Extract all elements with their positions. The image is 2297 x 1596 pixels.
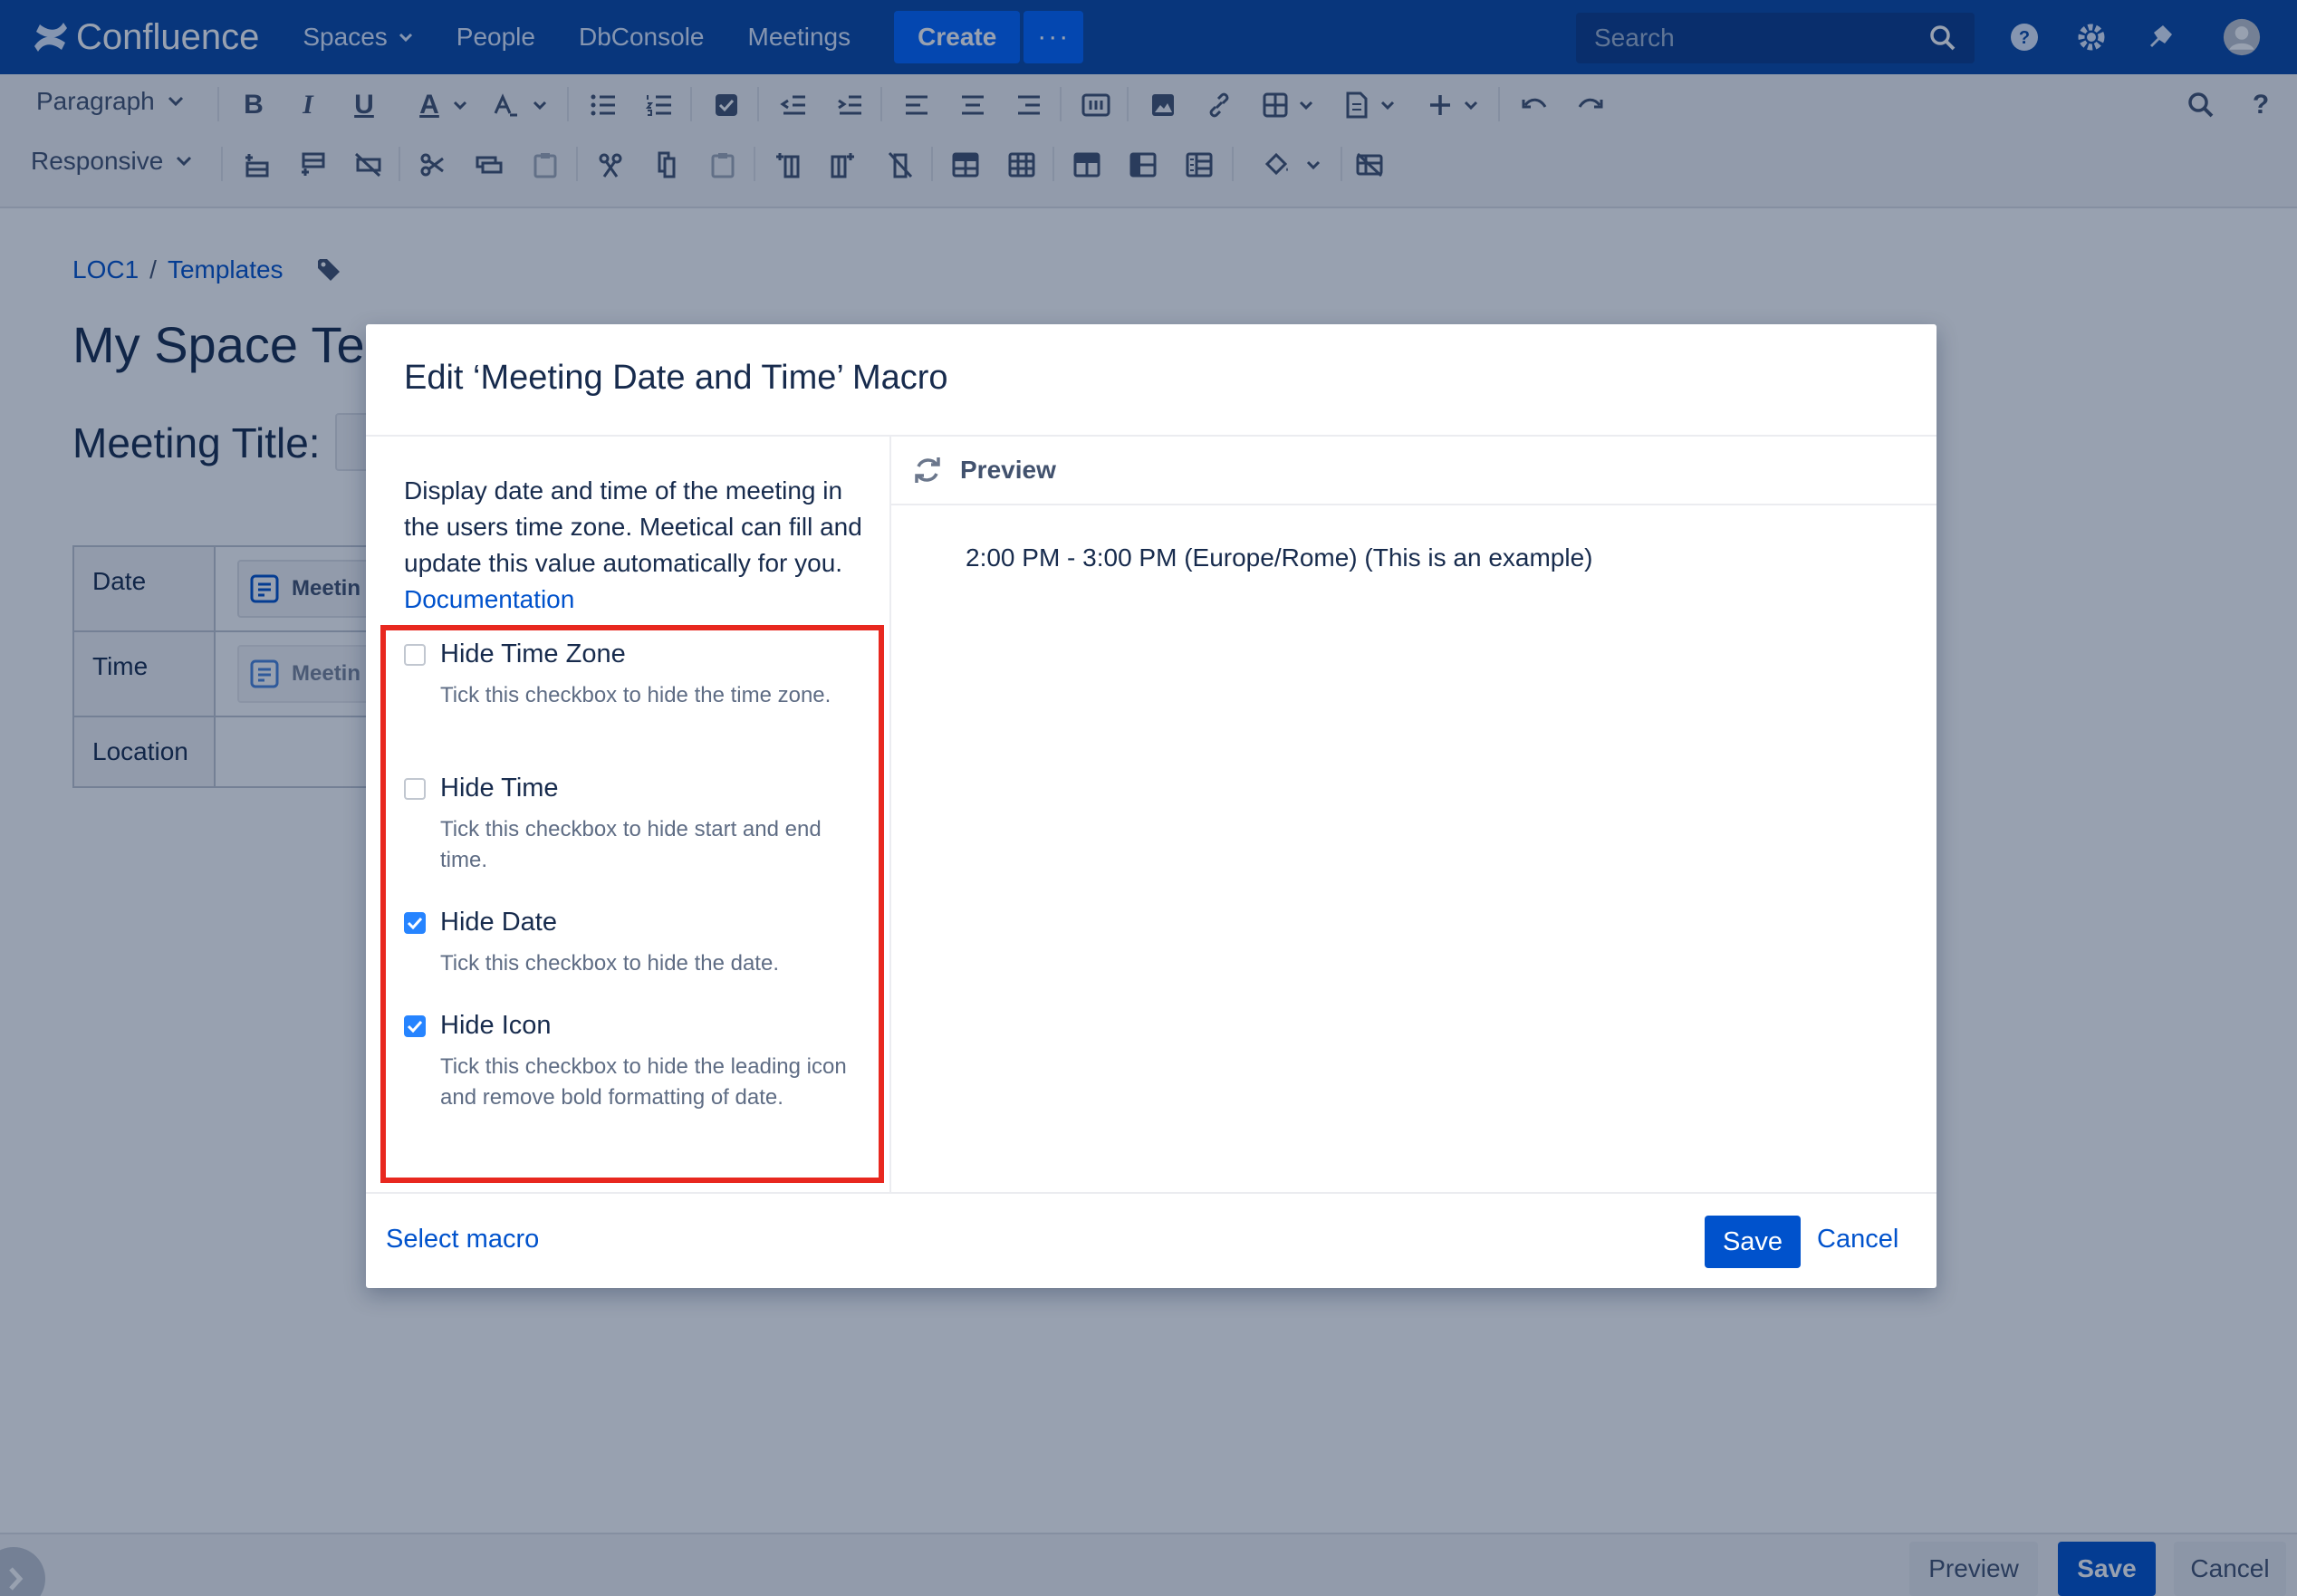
hide-time-zone-checkbox[interactable] <box>404 643 426 666</box>
option-help-text: Tick this checkbox to hide the leading i… <box>440 1054 847 1110</box>
option-hide-time: Hide Time Tick this checkbox to hide sta… <box>404 774 857 876</box>
refresh-icon[interactable] <box>911 454 944 486</box>
documentation-link[interactable]: Documentation <box>404 585 574 613</box>
option-label[interactable]: Hide Time <box>440 774 559 803</box>
hide-icon-checkbox[interactable] <box>404 1014 426 1037</box>
macro-description-text: Display date and time of the meeting in … <box>404 476 862 577</box>
hide-date-checkbox[interactable] <box>404 911 426 934</box>
option-label[interactable]: Hide Time Zone <box>440 639 626 669</box>
divider <box>366 1192 1937 1194</box>
option-hide-icon: Hide Icon Tick this checkbox to hide the… <box>404 1011 857 1113</box>
dialog-save-button[interactable]: Save <box>1705 1216 1801 1268</box>
option-hide-time-zone: Hide Time Zone Tick this checkbox to hid… <box>404 639 857 711</box>
preview-output: 2:00 PM - 3:00 PM (Europe/Rome) (This is… <box>966 543 1593 572</box>
option-label[interactable]: Hide Icon <box>440 1011 552 1041</box>
option-label[interactable]: Hide Date <box>440 908 557 937</box>
hide-time-checkbox[interactable] <box>404 777 426 800</box>
select-macro-link[interactable]: Select macro <box>386 1225 539 1255</box>
macro-description: Display date and time of the meeting in … <box>404 473 875 618</box>
option-help-text: Tick this checkbox to hide start and end… <box>440 817 822 872</box>
preview-header: Preview <box>891 437 1937 505</box>
option-help-text: Tick this checkbox to hide the date. <box>440 951 779 976</box>
edit-macro-dialog: Edit ‘Meeting Date and Time’ Macro Displ… <box>366 324 1937 1288</box>
dialog-title: Edit ‘Meeting Date and Time’ Macro <box>404 359 948 397</box>
option-help-text: Tick this checkbox to hide the time zone… <box>440 683 831 707</box>
option-hide-date: Hide Date Tick this checkbox to hide the… <box>404 908 857 979</box>
checkmark-icon <box>407 1020 423 1033</box>
macro-preview-panel: Preview 2:00 PM - 3:00 PM (Europe/Rome) … <box>891 437 1937 1192</box>
checkmark-icon <box>407 917 423 929</box>
dialog-cancel-button[interactable]: Cancel <box>1817 1225 1898 1255</box>
macro-parameters-panel: Display date and time of the meeting in … <box>366 437 889 1192</box>
preview-heading: Preview <box>960 456 1056 484</box>
